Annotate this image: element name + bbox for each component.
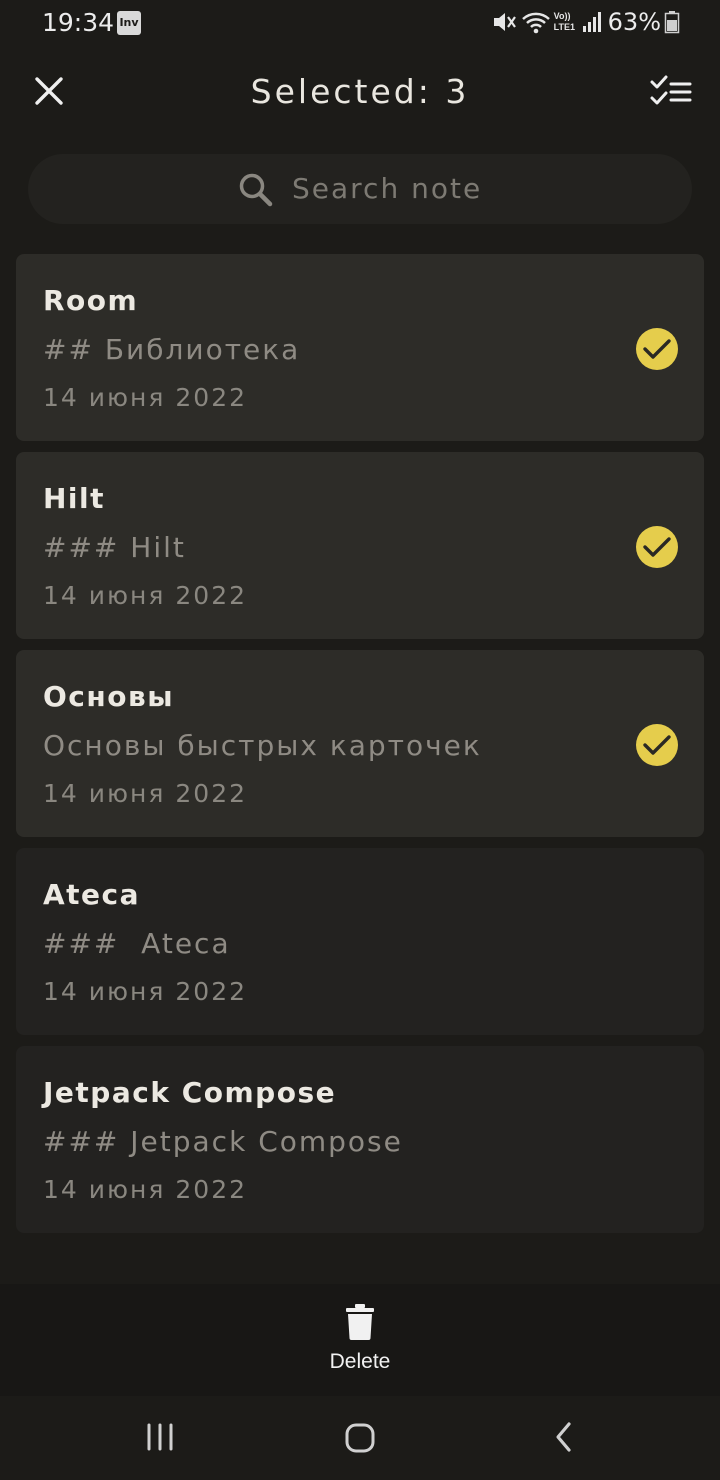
- note-date: 14 июня 2022: [43, 977, 248, 1006]
- note-preview: ### Hilt: [43, 531, 186, 564]
- status-bar: 19:34 Inv Vo)) LTE1 63%: [0, 0, 720, 46]
- delete-label: Delete: [329, 1350, 391, 1373]
- selected-check-icon: [636, 526, 678, 568]
- selected-check-icon: [636, 328, 678, 370]
- note-date: 14 июня 2022: [43, 581, 248, 610]
- note-title: Ateca: [43, 878, 141, 911]
- volte-top-label: Vo)): [553, 11, 571, 21]
- note-title: Hilt: [43, 482, 106, 515]
- note-date: 14 июня 2022: [43, 779, 248, 808]
- search-icon: [239, 173, 273, 207]
- note-title: Jetpack Compose: [43, 1076, 337, 1109]
- selected-count-title: Selected: 3: [250, 72, 470, 111]
- selection-top-bar: Selected: 3: [0, 56, 720, 128]
- system-nav-bar: [0, 1396, 720, 1480]
- note-card[interactable]: Room ## Библиотека 14 июня 2022: [16, 254, 704, 441]
- home-icon[interactable]: [342, 1420, 378, 1456]
- status-icons: Vo)) LTE1 63%: [491, 8, 680, 36]
- select-all-button[interactable]: [648, 70, 694, 112]
- note-card[interactable]: Ateca ### Ateca 14 июня 2022: [16, 848, 704, 1035]
- search-input[interactable]: Search note: [28, 154, 692, 224]
- volte-bottom-label: LTE1: [553, 22, 575, 32]
- note-list: Room ## Библиотека 14 июня 2022 Hilt ###…: [16, 254, 704, 1244]
- recents-icon[interactable]: [142, 1422, 178, 1452]
- selected-check-icon: [636, 724, 678, 766]
- delete-button[interactable]: Delete: [310, 1302, 410, 1382]
- note-preview: ### Ateca: [43, 927, 231, 960]
- search-placeholder: Search note: [292, 172, 483, 205]
- bottom-action-bar: Delete: [0, 1284, 720, 1396]
- note-card[interactable]: Jetpack Compose ### Jetpack Compose 14 и…: [16, 1046, 704, 1233]
- battery-percent: 63%: [607, 8, 661, 36]
- note-preview: ## Библиотека: [43, 333, 301, 366]
- status-time: 19:34: [42, 8, 115, 37]
- note-preview: ### Jetpack Compose: [43, 1125, 403, 1158]
- app-notification-icon: Inv: [117, 11, 141, 35]
- note-date: 14 июня 2022: [43, 383, 248, 412]
- note-title: Основы: [43, 680, 175, 713]
- wifi-icon: [521, 12, 550, 34]
- note-date: 14 июня 2022: [43, 1175, 248, 1204]
- note-card[interactable]: Hilt ### Hilt 14 июня 2022: [16, 452, 704, 639]
- note-preview: Основы быстрых карточек: [43, 729, 482, 762]
- trash-icon: [346, 1304, 374, 1340]
- note-card[interactable]: Основы Основы быстрых карточек 14 июня 2…: [16, 650, 704, 837]
- back-icon[interactable]: [550, 1420, 578, 1454]
- note-title: Room: [43, 284, 139, 317]
- volte-icon: Vo)) LTE1: [554, 9, 580, 35]
- battery-icon: [664, 11, 680, 34]
- signal-icon: [582, 12, 601, 32]
- checklist-icon: [650, 75, 692, 105]
- mute-icon: [493, 13, 516, 31]
